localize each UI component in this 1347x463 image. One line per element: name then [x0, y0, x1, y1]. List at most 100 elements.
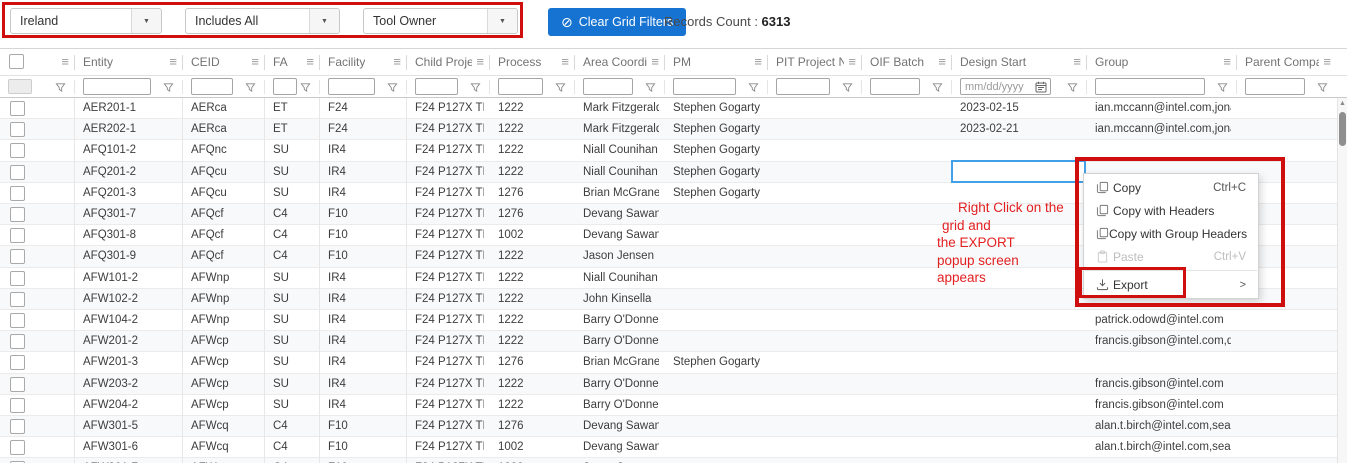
cell-ceid[interactable]: AFQcu: [191, 183, 259, 204]
cell-area_coordinator[interactable]: John Kinsella: [583, 289, 659, 310]
cell-child_project[interactable]: F24 P127X TI: [415, 98, 484, 119]
row-checkbox[interactable]: [10, 228, 25, 244]
cell-pm[interactable]: Stephen Gogarty: [673, 119, 762, 140]
table-row[interactable]: AFW201-2 AFWcp SU IR4 F24 P127X TI 1222 Barry …: [0, 331, 1337, 353]
cell-pm[interactable]: Stephen Gogarty: [673, 98, 762, 119]
cell-area_coordinator[interactable]: Niall Counihan: [583, 268, 659, 289]
chevron-down-icon[interactable]: ▼: [131, 9, 161, 33]
cell-process[interactable]: 1222: [498, 98, 569, 119]
cell-fa[interactable]: SU: [273, 331, 314, 352]
cell-entity[interactable]: AFW204-2: [83, 395, 177, 416]
row-checkbox[interactable]: [10, 122, 25, 138]
cell-facility[interactable]: IR4: [328, 395, 401, 416]
cell-facility[interactable]: IR4: [328, 331, 401, 352]
cell-fa[interactable]: SU: [273, 289, 314, 310]
selected-cell-design-start[interactable]: [951, 160, 1086, 183]
cell-entity[interactable]: AER202-1: [83, 119, 177, 140]
row-checkbox[interactable]: [10, 143, 25, 159]
chevron-down-icon[interactable]: ▼: [487, 9, 517, 33]
column-menu-icon[interactable]: ≡: [1323, 49, 1331, 75]
cell-design_start[interactable]: 2023-02-15: [960, 98, 1081, 119]
cell-entity[interactable]: AFW203-2: [83, 374, 177, 395]
column-header-facility[interactable]: Facility ≡: [320, 49, 407, 76]
column-header-child_project[interactable]: Child Project ≡: [407, 49, 490, 76]
cell-entity[interactable]: AFW301-5: [83, 416, 177, 437]
filter-input-ceid[interactable]: [191, 78, 233, 95]
cell-entity[interactable]: AFQ101-2: [83, 140, 177, 161]
row-checkbox[interactable]: [10, 207, 25, 222]
cell-ceid[interactable]: AFWnp: [191, 310, 259, 331]
row-checkbox[interactable]: [10, 419, 25, 434]
cell-group[interactable]: alan.t.birch@intel.com,seamus...: [1095, 416, 1231, 437]
cell-child_project[interactable]: F24 P127X TI: [415, 437, 484, 458]
menu-item-export[interactable]: Export >: [1084, 273, 1258, 296]
cell-child_project[interactable]: F24 P127X TI: [415, 289, 484, 310]
cell-entity[interactable]: AFQ201-3: [83, 183, 177, 204]
cell-fa[interactable]: C4: [273, 437, 314, 458]
cell-child_project[interactable]: F24 P127X TI: [415, 268, 484, 289]
filter-funnel-icon[interactable]: [300, 80, 311, 98]
filter-input-pit_project[interactable]: [776, 78, 830, 95]
calendar-icon[interactable]: [1035, 80, 1047, 98]
cell-entity[interactable]: AFW104-2: [83, 310, 177, 331]
cell-group[interactable]: alan.t.birch@intel.com,seamus...: [1095, 437, 1231, 458]
select-all-checkbox[interactable]: [9, 54, 24, 69]
table-row[interactable]: AFW203-2 AFWcp SU IR4 F24 P127X TI 1222 Barry …: [0, 373, 1337, 395]
cell-ceid[interactable]: AFWnp: [191, 268, 259, 289]
row-checkbox[interactable]: [10, 291, 25, 307]
cell-process[interactable]: 1222: [498, 140, 569, 161]
cell-group[interactable]: ian.mccann@intel.com,jonatha...: [1095, 98, 1231, 119]
row-checkbox[interactable]: [10, 164, 25, 180]
filter-funnel-icon[interactable]: [645, 80, 656, 98]
cell-ceid[interactable]: AFQnc: [191, 140, 259, 161]
row-checkbox[interactable]: [10, 397, 25, 413]
cell-facility[interactable]: F10: [328, 458, 401, 463]
column-header-fa[interactable]: FA ≡: [265, 49, 320, 76]
column-header-ceid[interactable]: CEID ≡: [183, 49, 265, 76]
cell-pm[interactable]: Stephen Gogarty: [673, 140, 762, 161]
cell-process[interactable]: 1276: [498, 183, 569, 204]
cell-group[interactable]: patrick.odowd@intel.com: [1095, 310, 1231, 331]
row-checkbox[interactable]: [10, 440, 25, 456]
region-select[interactable]: Ireland ▼: [10, 8, 162, 34]
column-header-parent_company[interactable]: Parent Company ≡: [1237, 49, 1337, 76]
cell-entity[interactable]: AFW201-2: [83, 331, 177, 352]
cell-fa[interactable]: SU: [273, 352, 314, 373]
cell-child_project[interactable]: F24 P127X TI: [415, 140, 484, 161]
cell-process[interactable]: 1002: [498, 225, 569, 246]
column-header-area_coordinator[interactable]: Area Coordina... ≡: [575, 49, 665, 76]
cell-ceid[interactable]: AFWcq: [191, 416, 259, 437]
cell-ceid[interactable]: AFWcp: [191, 374, 259, 395]
filter-input-fa[interactable]: [273, 78, 297, 95]
filter-funnel-icon[interactable]: [470, 80, 481, 98]
table-row[interactable]: AFQ101-2 AFQnc SU IR4 F24 P127X TI 1222 Niall …: [0, 140, 1337, 162]
cell-ceid[interactable]: AFQcf: [191, 225, 259, 246]
cell-facility[interactable]: F24: [328, 119, 401, 140]
cell-ceid[interactable]: AFWcp: [191, 331, 259, 352]
filter-input-group[interactable]: [1095, 78, 1205, 95]
filter-funnel-icon[interactable]: [842, 80, 853, 98]
column-menu-icon[interactable]: ≡: [306, 49, 314, 75]
cell-entity[interactable]: AFW301-7: [83, 458, 177, 463]
cell-fa[interactable]: SU: [273, 162, 314, 183]
column-menu-icon[interactable]: ≡: [1073, 49, 1081, 75]
scrollbar-thumb[interactable]: [1339, 112, 1346, 146]
filter-funnel-icon[interactable]: [245, 80, 256, 98]
scroll-up-icon[interactable]: ▲: [1338, 100, 1347, 107]
cell-area_coordinator[interactable]: Mark Fitzgerald: [583, 98, 659, 119]
row-checkbox[interactable]: [10, 101, 25, 116]
filter-funnel-icon[interactable]: [1067, 80, 1078, 98]
cell-area_coordinator[interactable]: Barry O'Donnell,J...: [583, 310, 659, 331]
cell-process[interactable]: 1276: [498, 416, 569, 437]
cell-area_coordinator[interactable]: Devang Sawant: [583, 204, 659, 225]
column-header-select[interactable]: ≡: [0, 49, 75, 76]
cell-facility[interactable]: IR4: [328, 310, 401, 331]
column-menu-icon[interactable]: ≡: [754, 49, 762, 75]
cell-pm[interactable]: Stephen Gogarty: [673, 183, 762, 204]
cell-process[interactable]: 1222: [498, 331, 569, 352]
cell-fa[interactable]: SU: [273, 374, 314, 395]
row-checkbox[interactable]: [10, 376, 25, 392]
cell-area_coordinator[interactable]: Jason Jensen: [583, 246, 659, 267]
column-menu-icon[interactable]: ≡: [1223, 49, 1231, 75]
cell-process[interactable]: 1002: [498, 437, 569, 458]
